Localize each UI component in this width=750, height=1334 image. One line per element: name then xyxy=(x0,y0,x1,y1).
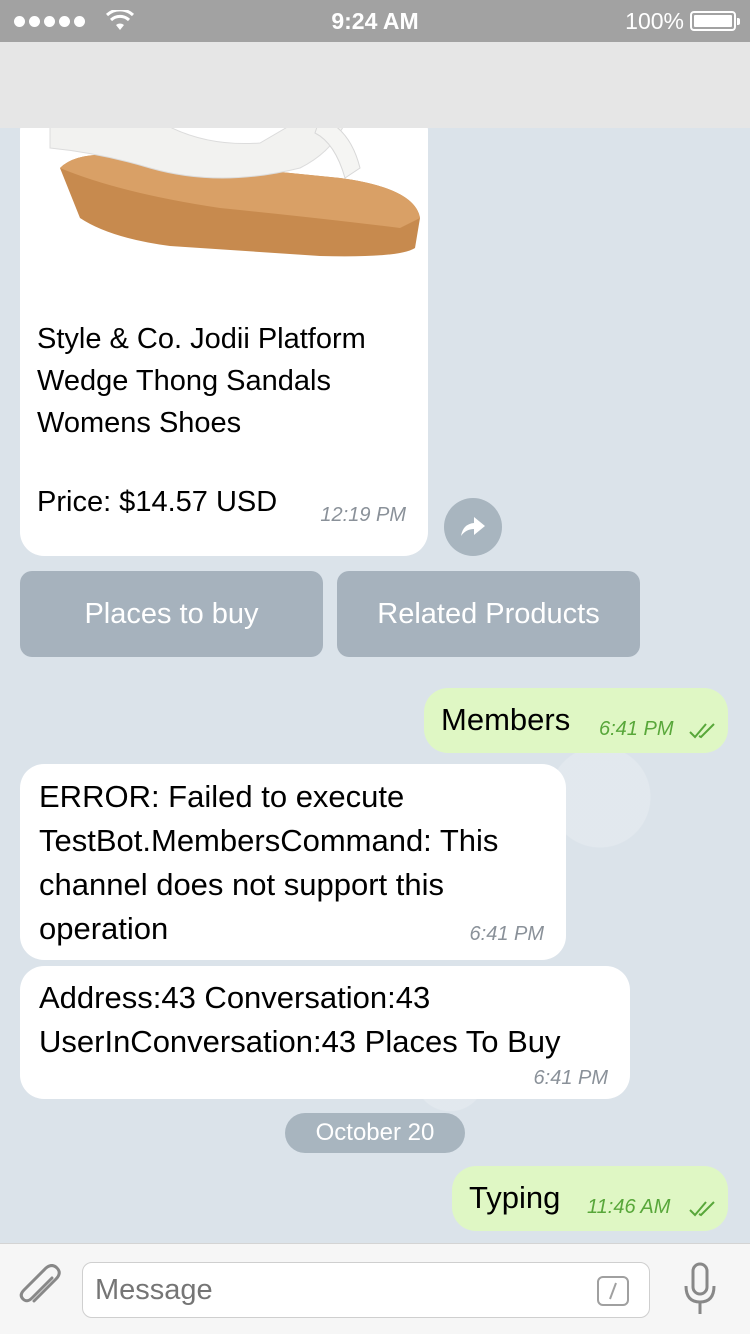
places-to-buy-button[interactable]: Places to buy xyxy=(20,571,323,657)
message-time: 6:41 PM xyxy=(469,923,544,945)
status-left xyxy=(14,10,135,32)
product-card[interactable]: Style & Co. Jodii Platform Wedge Thong S… xyxy=(20,128,428,556)
chat-area[interactable]: Style & Co. Jodii Platform Wedge Thong S… xyxy=(0,128,750,1243)
share-button[interactable] xyxy=(444,498,502,556)
signal-dots-icon xyxy=(14,15,85,27)
message-text: Typing xyxy=(469,1180,561,1215)
message-input[interactable] xyxy=(82,1262,650,1318)
double-check-icon xyxy=(689,1201,715,1217)
status-right: 100% xyxy=(625,7,740,35)
input-bar xyxy=(0,1243,750,1334)
battery-percent: 100% xyxy=(625,7,684,34)
message-time: 6:41 PM xyxy=(599,718,674,740)
product-price: Price: $14.57 USD xyxy=(37,486,278,518)
message-time: 6:41 PM xyxy=(533,1067,608,1089)
microphone-icon[interactable] xyxy=(680,1260,720,1320)
related-products-button[interactable]: Related Products xyxy=(337,571,640,657)
product-title: Style & Co. Jodii Platform Wedge Thong S… xyxy=(37,323,366,439)
outgoing-message[interactable]: Typing 11:46 AM xyxy=(452,1166,728,1231)
outgoing-message[interactable]: Members 6:41 PM xyxy=(424,688,728,753)
share-arrow-icon xyxy=(461,517,485,536)
message-time: 11:46 AM xyxy=(587,1196,671,1218)
date-separator: October 20 xyxy=(285,1113,465,1153)
double-check-icon xyxy=(689,723,715,739)
message-text: Members xyxy=(441,702,571,737)
incoming-message[interactable]: Address:43 Conversation:43 UserInConvers… xyxy=(20,966,630,1099)
wifi-icon xyxy=(105,10,135,30)
incoming-message[interactable]: ERROR: Failed to execute TestBot.Members… xyxy=(20,764,566,960)
product-time: 12:19 PM xyxy=(320,504,406,526)
nav-bar xyxy=(0,42,750,128)
attach-icon[interactable] xyxy=(16,1264,62,1314)
sandal-image[interactable] xyxy=(20,128,428,298)
battery-icon xyxy=(690,11,740,31)
bot-command-icon[interactable] xyxy=(597,1276,629,1306)
message-text: Address:43 Conversation:43 UserInConvers… xyxy=(39,980,561,1059)
status-bar: 9:24 AM 100% xyxy=(0,0,750,42)
